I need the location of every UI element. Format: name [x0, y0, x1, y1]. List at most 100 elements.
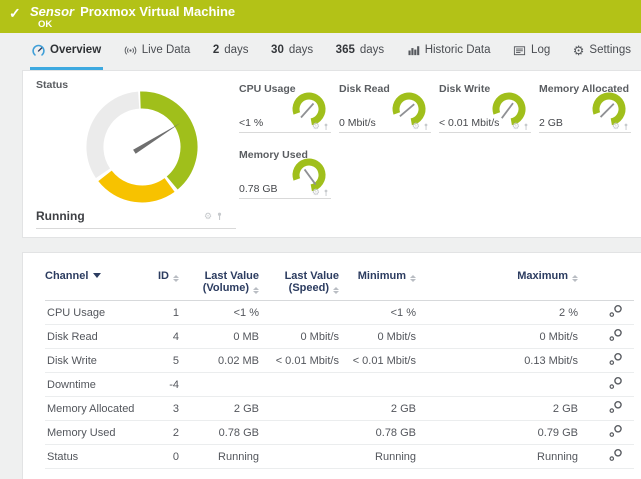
sort-icon: [253, 287, 259, 294]
cell-speed: [259, 445, 339, 469]
edit-channel-icon[interactable]: [607, 448, 624, 462]
channel-table: Channel ID Last Value (Volume) Last Valu…: [45, 270, 634, 469]
mini-gauge-needle: [601, 103, 614, 118]
sort-icon: [572, 275, 578, 282]
sensor-title: Proxmox Virtual Machine: [80, 4, 235, 19]
sort-icon: [410, 275, 416, 282]
tab-log[interactable]: Log: [511, 33, 552, 70]
tab-number: 365: [336, 44, 355, 56]
pin-icon[interactable]: [323, 123, 329, 131]
mini-gauge-needle: [400, 102, 414, 118]
cell-min: 0.78 GB: [339, 421, 416, 445]
mini-gauge-label: Disk Read: [339, 83, 390, 95]
tab-30-days[interactable]: 30 days: [269, 33, 315, 70]
mini-gauge-disk-write[interactable]: Disk Write < 0.01 Mbit/s ⚙: [439, 83, 531, 133]
mini-gauge-disk-read[interactable]: Disk Read 0 Mbit/s ⚙: [339, 83, 431, 133]
edit-channel-icon[interactable]: [607, 424, 624, 438]
check-icon: ✓: [9, 5, 21, 22]
mini-gauge-memory-allocated[interactable]: Memory Allocated 2 GB ⚙: [539, 83, 631, 133]
cell-channel: CPU Usage: [45, 301, 135, 325]
mini-gauge-value: 0 Mbit/s: [339, 117, 376, 129]
gauge-settings-gear-icon[interactable]: ⚙: [312, 188, 320, 197]
pin-icon[interactable]: [216, 212, 223, 221]
tab-historic-data[interactable]: Historic Data: [405, 33, 493, 70]
table-row: Status 0 Running Running Running: [45, 445, 634, 469]
cell-channel: Memory Allocated: [45, 397, 135, 421]
gauge-settings-gear-icon[interactable]: ⚙: [612, 122, 620, 131]
cell-volume: 2 GB: [179, 397, 259, 421]
pin-icon[interactable]: [623, 123, 629, 131]
column-header-maximum[interactable]: Maximum: [416, 270, 578, 301]
sensor-status-text: OK: [38, 19, 52, 30]
mini-gauge-needle: [301, 104, 314, 118]
cell-id: 3: [135, 397, 179, 421]
table-row: CPU Usage 1 <1 % <1 % 2 %: [45, 301, 634, 325]
sensor-header: ✓ Sensor Proxmox Virtual Machine OK: [0, 0, 641, 33]
cell-max: Running: [416, 445, 578, 469]
cell-volume: 0.02 MB: [179, 349, 259, 373]
column-header-last-value-speed[interactable]: Last Value (Speed): [259, 270, 339, 301]
edit-channel-icon[interactable]: [607, 304, 624, 318]
mini-gauge-label: CPU Usage: [239, 83, 296, 95]
gauge-settings-gear-icon[interactable]: ⚙: [312, 122, 320, 131]
pin-icon[interactable]: [323, 189, 329, 197]
tab-365-days[interactable]: 365 days: [334, 33, 386, 70]
divider: [239, 132, 331, 133]
cell-speed: < 0.01 Mbit/s: [259, 349, 339, 373]
cell-channel: Downtime: [45, 373, 135, 397]
gauge-icon: [32, 44, 45, 57]
gauge-settings-gear-icon[interactable]: ⚙: [512, 122, 520, 131]
cell-speed: 0 Mbit/s: [259, 325, 339, 349]
cell-channel: Disk Write: [45, 349, 135, 373]
tab-live-data[interactable]: Live Data: [122, 33, 193, 70]
tab-bar: Overview Live Data 2 days 30 days 365 da…: [0, 33, 641, 70]
gauge-segment-green: [140, 100, 189, 183]
tab-settings[interactable]: ⚙ Settings: [571, 33, 633, 70]
column-header-id[interactable]: ID: [135, 270, 179, 301]
cell-speed: [259, 397, 339, 421]
cell-id: 2: [135, 421, 179, 445]
table-row: Memory Used 2 0.78 GB 0.78 GB 0.79 GB: [45, 421, 634, 445]
mini-gauge-memory-used[interactable]: Memory Used 0.78 GB ⚙: [239, 149, 331, 199]
bar-chart-icon: [407, 44, 420, 57]
divider: [36, 228, 236, 229]
cell-max: 0.79 GB: [416, 421, 578, 445]
tab-label: Log: [531, 44, 550, 56]
tab-overview[interactable]: Overview: [30, 33, 103, 70]
sensor-type-label: Sensor: [30, 4, 74, 19]
mini-gauge-value: < 0.01 Mbit/s: [439, 117, 499, 129]
mini-gauge-cpu-usage[interactable]: CPU Usage <1 % ⚙: [239, 83, 331, 133]
cell-speed: [259, 373, 339, 397]
channels-panel: Channel ID Last Value (Volume) Last Valu…: [22, 252, 641, 479]
status-gauge-title: Status: [36, 79, 68, 91]
log-icon: [513, 44, 526, 57]
column-header-minimum[interactable]: Minimum: [339, 270, 416, 301]
cell-min: 0 Mbit/s: [339, 325, 416, 349]
tab-number: 2: [213, 44, 219, 56]
column-header-channel[interactable]: Channel: [45, 270, 135, 301]
divider: [339, 132, 431, 133]
gauge-segment-yellow: [105, 176, 170, 194]
sensor-title-line: Sensor Proxmox Virtual Machine: [30, 4, 235, 19]
cell-id: 0: [135, 445, 179, 469]
edit-channel-icon[interactable]: [607, 376, 624, 390]
pin-icon[interactable]: [523, 123, 529, 131]
mini-gauge-value: 2 GB: [539, 117, 563, 129]
column-header-last-value-volume[interactable]: Last Value (Volume): [179, 270, 259, 301]
edit-channel-icon[interactable]: [607, 400, 624, 414]
cell-max: [416, 373, 578, 397]
edit-channel-icon[interactable]: [607, 352, 624, 366]
pin-icon[interactable]: [423, 123, 429, 131]
gauge-settings-gear-icon[interactable]: ⚙: [204, 212, 212, 221]
cell-speed: [259, 301, 339, 325]
cell-max: 0 Mbit/s: [416, 325, 578, 349]
tab-2-days[interactable]: 2 days: [211, 33, 251, 70]
cell-max: 0.13 Mbit/s: [416, 349, 578, 373]
gauge-settings-gear-icon[interactable]: ⚙: [412, 122, 420, 131]
status-value: Running: [36, 209, 85, 223]
edit-channel-icon[interactable]: [607, 328, 624, 342]
signal-icon: [124, 44, 137, 57]
prtg-sensor-page: ✓ Sensor Proxmox Virtual Machine OK Overv…: [0, 0, 641, 479]
table-row: Disk Read 4 0 MB 0 Mbit/s 0 Mbit/s 0 Mbi…: [45, 325, 634, 349]
cell-id: -4: [135, 373, 179, 397]
